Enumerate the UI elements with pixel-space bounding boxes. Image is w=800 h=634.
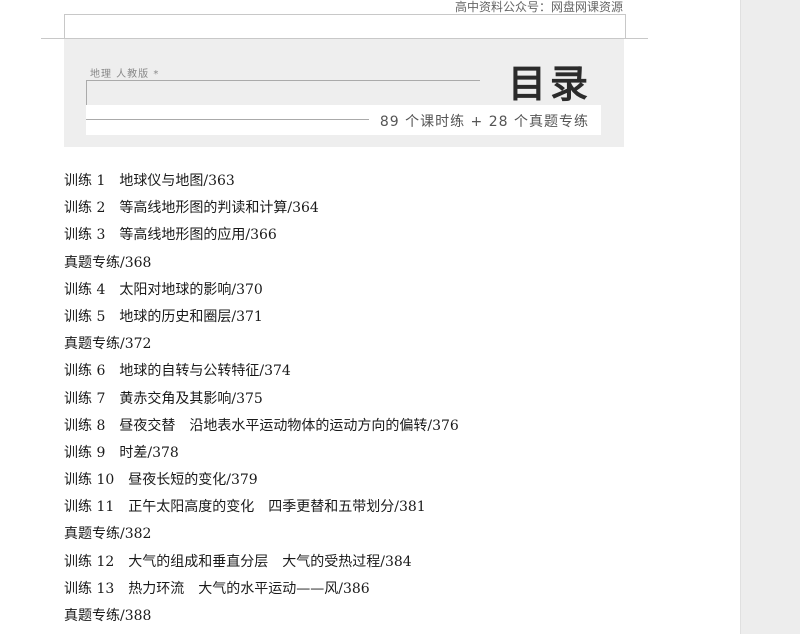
banner-line xyxy=(86,80,480,81)
toc-item[interactable]: 训练 8 昼夜交替 沿地表水平运动物体的运动方向的偏转/376 xyxy=(64,413,459,440)
toc-item[interactable]: 真题专练/388 xyxy=(64,603,459,630)
toc-item[interactable]: 训练 5 地球的历史和圈层/371 xyxy=(64,304,459,331)
header-frame xyxy=(64,14,626,38)
toc-item[interactable]: 真题专练/372 xyxy=(64,331,459,358)
toc-item[interactable]: 训练 13 热力环流 大气的水平运动——风/386 xyxy=(64,576,459,603)
toc-item[interactable]: 训练 4 太阳对地球的影响/370 xyxy=(64,277,459,304)
toc-item[interactable]: 训练 2 等高线地形图的判读和计算/364 xyxy=(64,195,459,222)
toc-item[interactable]: 训练 11 正午太阳高度的变化 四季更替和五带划分/381 xyxy=(64,494,459,521)
document-page: 高中资料公众号：网盘网课资源 地理 人教版 * 89 个课时练 + 28 个真题… xyxy=(0,0,740,634)
banner-line xyxy=(86,119,369,120)
table-of-contents: 训练 1 地球仪与地图/363 训练 2 等高线地形图的判读和计算/364 训练… xyxy=(64,168,459,630)
page-header: 高中资料公众号：网盘网课资源 xyxy=(454,0,623,14)
toc-item[interactable]: 真题专练/382 xyxy=(64,521,459,548)
viewer-side-gutter xyxy=(740,0,800,634)
banner-title: 目录 xyxy=(508,62,593,106)
toc-item[interactable]: 训练 7 黄赤交角及其影响/375 xyxy=(64,386,459,413)
toc-item[interactable]: 训练 1 地球仪与地图/363 xyxy=(64,168,459,195)
toc-item[interactable]: 训练 12 大气的组成和垂直分层 大气的受热过程/384 xyxy=(64,549,459,576)
toc-item[interactable]: 训练 10 昼夜长短的变化/379 xyxy=(64,467,459,494)
toc-item[interactable]: 真题专练/368 xyxy=(64,250,459,277)
banner-subtitle: 89 个课时练 + 28 个真题专练 xyxy=(379,114,589,130)
toc-banner: 地理 人教版 * 89 个课时练 + 28 个真题专练 目录 xyxy=(64,39,624,147)
toc-item[interactable]: 训练 6 地球的自转与公转特征/374 xyxy=(64,358,459,385)
banner-subtitle-strip: 89 个课时练 + 28 个真题专练 xyxy=(86,105,601,135)
toc-item[interactable]: 训练 3 等高线地形图的应用/366 xyxy=(64,222,459,249)
banner-subject: 地理 人教版 * xyxy=(90,69,160,80)
toc-item[interactable]: 训练 9 时差/378 xyxy=(64,440,459,467)
